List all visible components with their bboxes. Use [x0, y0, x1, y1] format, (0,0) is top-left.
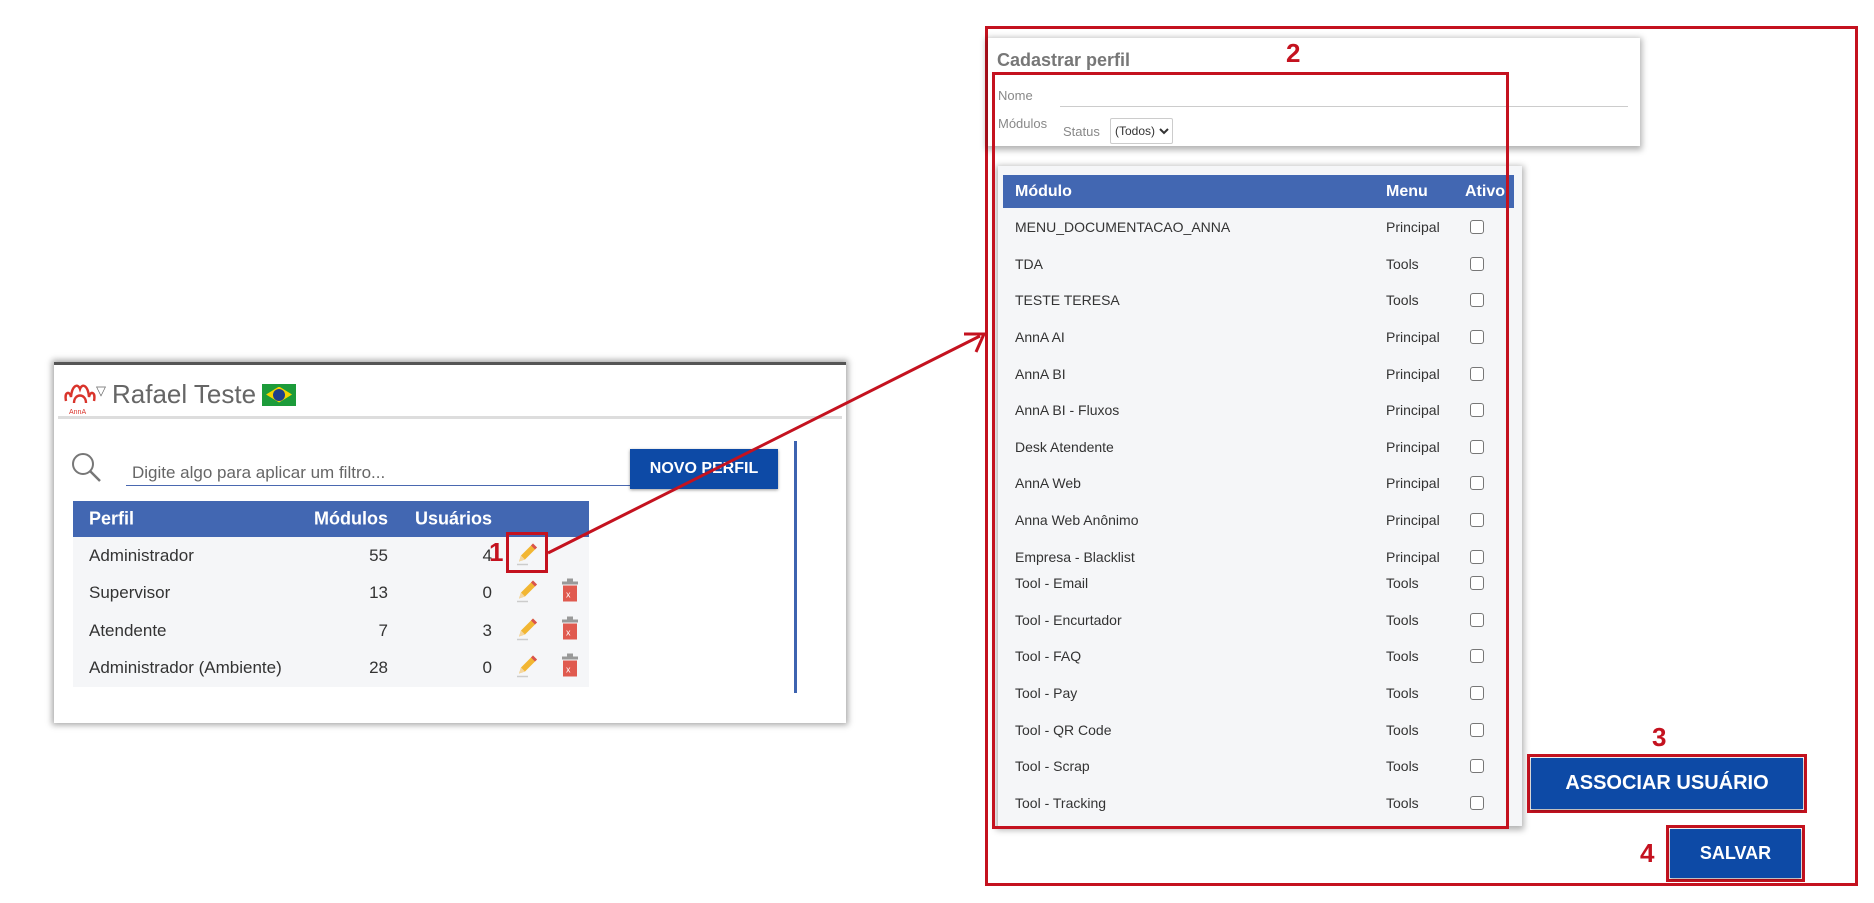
- step2-highlight: [992, 72, 1509, 829]
- step2-label: 2: [1286, 38, 1301, 68]
- step3-label: 3: [1652, 722, 1667, 752]
- save-button[interactable]: SALVAR: [1670, 829, 1801, 878]
- step4-label: 4: [1640, 838, 1655, 868]
- form-title: Cadastrar perfil: [997, 50, 1131, 70]
- associate-user-button[interactable]: ASSOCIAR USUÁRIO: [1531, 758, 1803, 809]
